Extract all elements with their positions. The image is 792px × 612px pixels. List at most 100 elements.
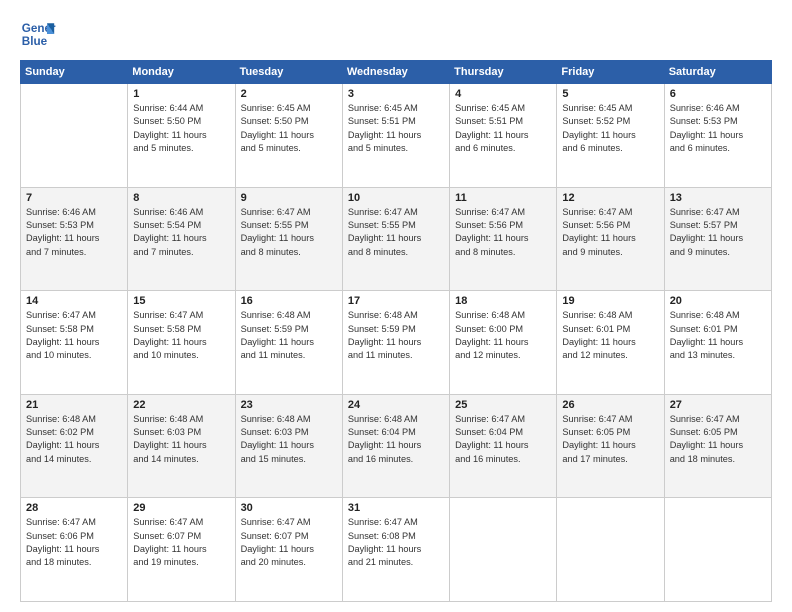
day-number: 25 bbox=[455, 399, 551, 411]
day-number: 15 bbox=[133, 295, 229, 307]
day-number: 27 bbox=[670, 399, 766, 411]
weekday-monday: Monday bbox=[128, 61, 235, 84]
calendar-cell: 12 Sunrise: 6:47 AM Sunset: 5:56 PM Dayli… bbox=[557, 187, 664, 291]
day-number: 22 bbox=[133, 399, 229, 411]
weekday-tuesday: Tuesday bbox=[235, 61, 342, 84]
weekday-wednesday: Wednesday bbox=[342, 61, 449, 84]
day-number: 2 bbox=[241, 88, 337, 100]
calendar-cell: 5Sunrise: 6:45 AM Sunset: 5:52 PM Daylig… bbox=[557, 84, 664, 188]
header: General Blue bbox=[20, 16, 772, 52]
day-info: Sunrise: 6:47 AM Sunset: 6:04 PM Dayligh… bbox=[455, 413, 551, 466]
calendar-cell: 15 Sunrise: 6:47 AM Sunset: 5:58 PM Dayli… bbox=[128, 291, 235, 395]
weekday-friday: Friday bbox=[557, 61, 664, 84]
day-number: 10 bbox=[348, 192, 444, 204]
day-number: 31 bbox=[348, 502, 444, 514]
day-number: 14 bbox=[26, 295, 122, 307]
day-number: 29 bbox=[133, 502, 229, 514]
day-info: Sunrise: 6:47 AM Sunset: 5:55 PM Dayligh… bbox=[348, 206, 444, 259]
day-number: 8 bbox=[133, 192, 229, 204]
day-info: Sunrise: 6:47 AM Sunset: 5:57 PM Dayligh… bbox=[670, 206, 766, 259]
calendar-cell: 10 Sunrise: 6:47 AM Sunset: 5:55 PM Dayli… bbox=[342, 187, 449, 291]
page: General Blue SundayMondayTuesdayWednesda… bbox=[0, 0, 792, 612]
week-row-2: 7Sunrise: 6:46 AM Sunset: 5:53 PM Daylig… bbox=[21, 187, 772, 291]
weekday-saturday: Saturday bbox=[664, 61, 771, 84]
day-number: 6 bbox=[670, 88, 766, 100]
calendar-cell bbox=[21, 84, 128, 188]
day-number: 26 bbox=[562, 399, 658, 411]
calendar-cell: 3Sunrise: 6:45 AM Sunset: 5:51 PM Daylig… bbox=[342, 84, 449, 188]
calendar-cell: 4Sunrise: 6:45 AM Sunset: 5:51 PM Daylig… bbox=[450, 84, 557, 188]
calendar-cell: 26 Sunrise: 6:47 AM Sunset: 6:05 PM Dayli… bbox=[557, 394, 664, 498]
calendar-cell: 1Sunrise: 6:44 AM Sunset: 5:50 PM Daylig… bbox=[128, 84, 235, 188]
calendar-cell: 17 Sunrise: 6:48 AM Sunset: 5:59 PM Dayli… bbox=[342, 291, 449, 395]
week-row-3: 14 Sunrise: 6:47 AM Sunset: 5:58 PM Dayli… bbox=[21, 291, 772, 395]
day-info: Sunrise: 6:48 AM Sunset: 6:00 PM Dayligh… bbox=[455, 309, 551, 362]
calendar-cell: 16 Sunrise: 6:48 AM Sunset: 5:59 PM Dayli… bbox=[235, 291, 342, 395]
svg-text:Blue: Blue bbox=[22, 35, 48, 48]
calendar-cell: 22 Sunrise: 6:48 AM Sunset: 6:03 PM Dayli… bbox=[128, 394, 235, 498]
day-number: 3 bbox=[348, 88, 444, 100]
week-row-4: 21 Sunrise: 6:48 AM Sunset: 6:02 PM Dayli… bbox=[21, 394, 772, 498]
day-number: 16 bbox=[241, 295, 337, 307]
day-number: 30 bbox=[241, 502, 337, 514]
day-number: 12 bbox=[562, 192, 658, 204]
week-row-5: 28 Sunrise: 6:47 AM Sunset: 6:06 PM Dayli… bbox=[21, 498, 772, 602]
day-number: 9 bbox=[241, 192, 337, 204]
day-info: Sunrise: 6:47 AM Sunset: 5:55 PM Dayligh… bbox=[241, 206, 337, 259]
day-number: 21 bbox=[26, 399, 122, 411]
calendar-cell: 11Sunrise: 6:47 AM Sunset: 5:56 PM Dayli… bbox=[450, 187, 557, 291]
calendar-cell: 9 Sunrise: 6:47 AM Sunset: 5:55 PM Daylig… bbox=[235, 187, 342, 291]
calendar-cell: 7Sunrise: 6:46 AM Sunset: 5:53 PM Daylig… bbox=[21, 187, 128, 291]
calendar-cell: 18 Sunrise: 6:48 AM Sunset: 6:00 PM Dayli… bbox=[450, 291, 557, 395]
calendar-cell: 14Sunrise: 6:47 AM Sunset: 5:58 PM Dayli… bbox=[21, 291, 128, 395]
calendar-cell: 21 Sunrise: 6:48 AM Sunset: 6:02 PM Dayli… bbox=[21, 394, 128, 498]
day-info: Sunrise: 6:48 AM Sunset: 5:59 PM Dayligh… bbox=[241, 309, 337, 362]
day-number: 24 bbox=[348, 399, 444, 411]
day-info: Sunrise: 6:47 AM Sunset: 5:58 PM Dayligh… bbox=[133, 309, 229, 362]
day-info: Sunrise: 6:47 AM Sunset: 6:05 PM Dayligh… bbox=[670, 413, 766, 466]
day-info: Sunrise: 6:45 AM Sunset: 5:51 PM Dayligh… bbox=[455, 102, 551, 155]
weekday-sunday: Sunday bbox=[21, 61, 128, 84]
calendar-cell: 13 Sunrise: 6:47 AM Sunset: 5:57 PM Dayli… bbox=[664, 187, 771, 291]
logo-icon: General Blue bbox=[20, 16, 56, 52]
day-info: Sunrise: 6:48 AM Sunset: 6:01 PM Dayligh… bbox=[670, 309, 766, 362]
calendar-cell: 31Sunrise: 6:47 AM Sunset: 6:08 PM Dayli… bbox=[342, 498, 449, 602]
calendar-cell: 30 Sunrise: 6:47 AM Sunset: 6:07 PM Dayli… bbox=[235, 498, 342, 602]
day-info: Sunrise: 6:44 AM Sunset: 5:50 PM Dayligh… bbox=[133, 102, 229, 155]
day-info: Sunrise: 6:47 AM Sunset: 6:06 PM Dayligh… bbox=[26, 516, 122, 569]
day-number: 13 bbox=[670, 192, 766, 204]
day-info: Sunrise: 6:48 AM Sunset: 5:59 PM Dayligh… bbox=[348, 309, 444, 362]
day-info: Sunrise: 6:48 AM Sunset: 6:01 PM Dayligh… bbox=[562, 309, 658, 362]
day-info: Sunrise: 6:48 AM Sunset: 6:03 PM Dayligh… bbox=[133, 413, 229, 466]
day-number: 20 bbox=[670, 295, 766, 307]
calendar-cell: 25 Sunrise: 6:47 AM Sunset: 6:04 PM Dayli… bbox=[450, 394, 557, 498]
day-info: Sunrise: 6:47 AM Sunset: 6:07 PM Dayligh… bbox=[241, 516, 337, 569]
day-info: Sunrise: 6:45 AM Sunset: 5:52 PM Dayligh… bbox=[562, 102, 658, 155]
calendar-cell: 23 Sunrise: 6:48 AM Sunset: 6:03 PM Dayli… bbox=[235, 394, 342, 498]
calendar-cell: 8 Sunrise: 6:46 AM Sunset: 5:54 PM Daylig… bbox=[128, 187, 235, 291]
calendar-cell bbox=[664, 498, 771, 602]
day-info: Sunrise: 6:48 AM Sunset: 6:04 PM Dayligh… bbox=[348, 413, 444, 466]
day-info: Sunrise: 6:48 AM Sunset: 6:03 PM Dayligh… bbox=[241, 413, 337, 466]
weekday-header-row: SundayMondayTuesdayWednesdayThursdayFrid… bbox=[21, 61, 772, 84]
day-info: Sunrise: 6:47 AM Sunset: 5:56 PM Dayligh… bbox=[455, 206, 551, 259]
calendar-cell: 2 Sunrise: 6:45 AM Sunset: 5:50 PM Daylig… bbox=[235, 84, 342, 188]
day-number: 28 bbox=[26, 502, 122, 514]
calendar-cell: 20 Sunrise: 6:48 AM Sunset: 6:01 PM Dayli… bbox=[664, 291, 771, 395]
day-number: 18 bbox=[455, 295, 551, 307]
day-info: Sunrise: 6:48 AM Sunset: 6:02 PM Dayligh… bbox=[26, 413, 122, 466]
day-number: 17 bbox=[348, 295, 444, 307]
calendar-table: SundayMondayTuesdayWednesdayThursdayFrid… bbox=[20, 60, 772, 602]
calendar-cell: 19Sunrise: 6:48 AM Sunset: 6:01 PM Dayli… bbox=[557, 291, 664, 395]
day-info: Sunrise: 6:47 AM Sunset: 6:07 PM Dayligh… bbox=[133, 516, 229, 569]
week-row-1: 1Sunrise: 6:44 AM Sunset: 5:50 PM Daylig… bbox=[21, 84, 772, 188]
calendar-cell: 6Sunrise: 6:46 AM Sunset: 5:53 PM Daylig… bbox=[664, 84, 771, 188]
day-info: Sunrise: 6:46 AM Sunset: 5:54 PM Dayligh… bbox=[133, 206, 229, 259]
day-info: Sunrise: 6:46 AM Sunset: 5:53 PM Dayligh… bbox=[26, 206, 122, 259]
calendar-cell: 27 Sunrise: 6:47 AM Sunset: 6:05 PM Dayli… bbox=[664, 394, 771, 498]
day-number: 23 bbox=[241, 399, 337, 411]
day-info: Sunrise: 6:47 AM Sunset: 5:56 PM Dayligh… bbox=[562, 206, 658, 259]
calendar-cell bbox=[557, 498, 664, 602]
day-info: Sunrise: 6:47 AM Sunset: 6:05 PM Dayligh… bbox=[562, 413, 658, 466]
day-info: Sunrise: 6:45 AM Sunset: 5:50 PM Dayligh… bbox=[241, 102, 337, 155]
